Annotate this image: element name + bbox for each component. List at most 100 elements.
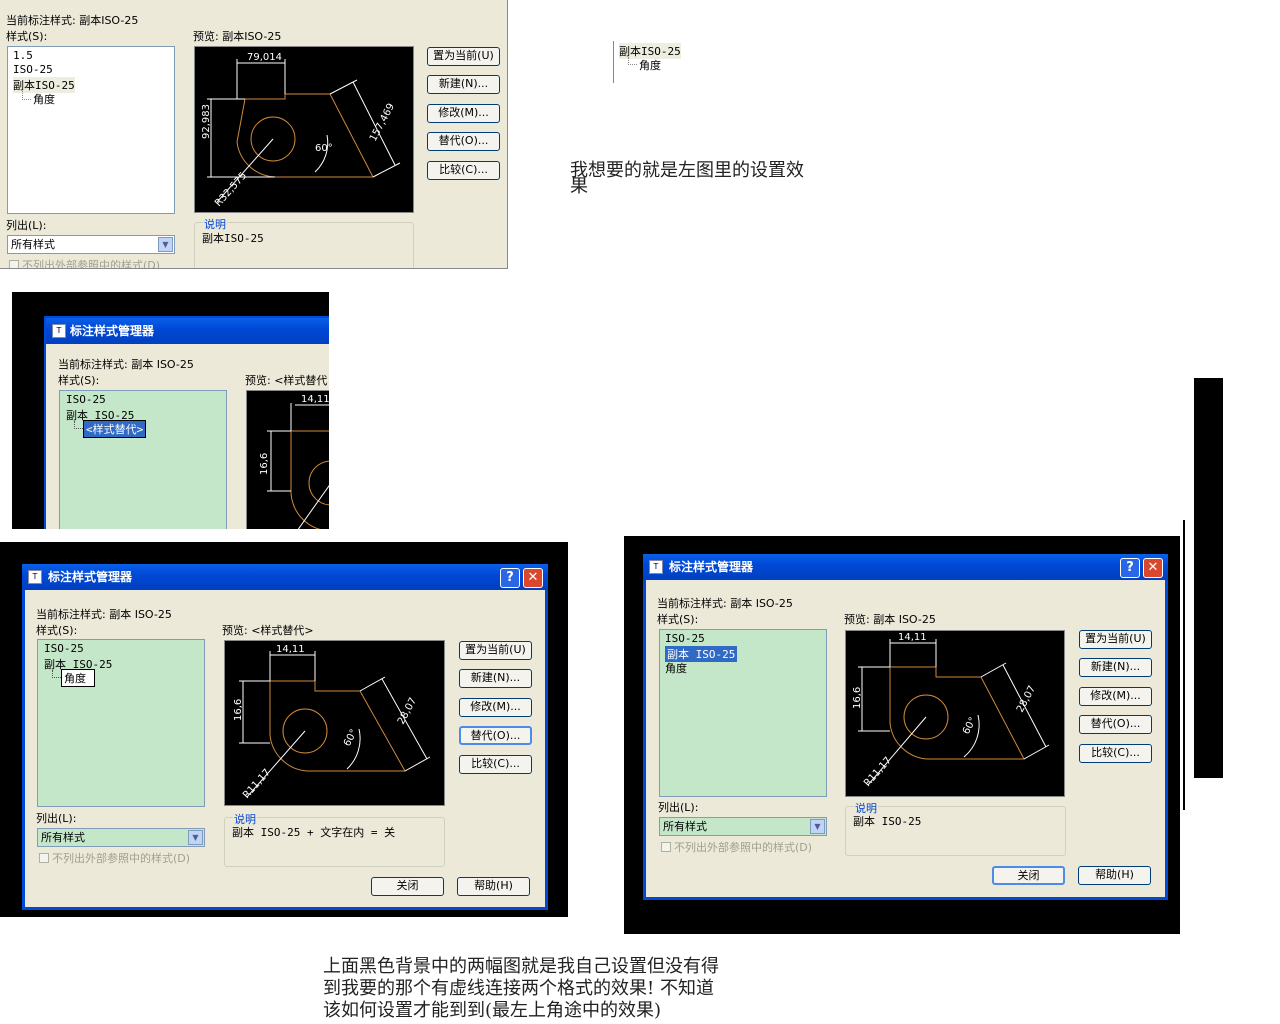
dialog-window: T 标注样式管理器 ? ✕ 当前标注样式: 副本 ISO-25 样式(S): 预… xyxy=(643,554,1168,900)
styles-label: 样式(S): xyxy=(657,613,699,626)
help-title-button[interactable]: ? xyxy=(500,568,520,588)
app-icon: T xyxy=(649,560,663,574)
new-button[interactable]: 新建(N)... xyxy=(459,669,532,688)
chevron-down-icon[interactable]: ▼ xyxy=(158,237,173,252)
title-bar: T 标注样式管理器 xyxy=(46,318,329,344)
current-style-label: 当前标注样式: 副本 ISO-25 xyxy=(657,597,793,610)
dim-right: 157,469 xyxy=(368,102,397,144)
preview-label: 预览: 副本 ISO-25 xyxy=(844,613,936,626)
preview-drawing: 79,014 92,983 157,469 60° R32,575 xyxy=(201,52,401,209)
new-button[interactable]: 新建(N)... xyxy=(1079,658,1152,677)
styles-list[interactable]: ISO-25 副本 ISO-25 角度 xyxy=(659,629,827,797)
close-button[interactable]: 关闭 xyxy=(992,866,1065,885)
tree-child: 角度 xyxy=(639,59,661,72)
modify-button[interactable]: 修改(M)... xyxy=(427,104,500,123)
app-icon: T xyxy=(52,324,66,338)
list-item[interactable]: ISO-25 xyxy=(13,63,53,76)
styles-label: 样式(S): xyxy=(36,624,78,637)
styles-label: 样式(S): xyxy=(58,374,100,387)
styles-list[interactable]: ISO-25 副本 ISO-25 <样式替代> xyxy=(59,390,227,529)
dialog-screenshot-4: T 标注样式管理器 ? ✕ 当前标注样式: 副本 ISO-25 样式(S): 预… xyxy=(624,536,1180,934)
xref-label: 不列出外部参照中的样式(D) xyxy=(52,852,191,865)
description-group: 说明 副本 ISO-25 xyxy=(845,800,1066,856)
dim-left: 16,6 xyxy=(233,699,244,721)
help-title-button[interactable]: ? xyxy=(1120,558,1140,578)
description-text: 副本ISO-25 xyxy=(202,232,264,245)
dialog-screenshot-3: T 标注样式管理器 ? ✕ 当前标注样式: 副本 ISO-25 样式(S): 预… xyxy=(0,542,568,917)
dim-radius: R11,17 xyxy=(241,767,273,801)
help-button[interactable]: 帮助(H) xyxy=(1078,866,1151,885)
compare-button[interactable]: 比较(C)... xyxy=(427,161,500,180)
note-bottom-line: 上面黑色背景中的两幅图就是我自己设置但没有得 xyxy=(323,956,719,977)
dim-left: 92,983 xyxy=(201,104,212,139)
dim-right: 28,07 xyxy=(396,696,419,726)
set-current-button[interactable]: 置为当前(U) xyxy=(427,47,500,66)
xref-checkbox[interactable] xyxy=(9,260,19,268)
close-icon[interactable]: ✕ xyxy=(1143,558,1163,578)
chevron-down-icon[interactable]: ▼ xyxy=(810,819,825,834)
preview-label: 预览: <样式替代 xyxy=(245,374,328,387)
tree-dotted-connector xyxy=(74,421,83,429)
override-button[interactable]: 替代(O)... xyxy=(1079,715,1152,734)
modify-button[interactable]: 修改(M)... xyxy=(1079,687,1152,706)
list-item[interactable]: 1.5 xyxy=(13,49,33,62)
description-group: 说明 副本ISO-25 xyxy=(194,216,414,268)
list-filter-value: 所有样式 xyxy=(11,238,55,251)
dim-angle: 60° xyxy=(961,716,979,737)
title-bar: T 标注样式管理器 ? ✕ xyxy=(643,554,1168,580)
dim-top: 79,014 xyxy=(247,52,282,63)
xref-checkbox[interactable] xyxy=(39,853,49,863)
dialog-window: T 标注样式管理器 ? ✕ 当前标注样式: 副本 ISO-25 样式(S): 预… xyxy=(22,564,548,910)
current-style-label: 当前标注样式: 副本ISO-25 xyxy=(6,14,139,27)
styles-list[interactable]: ISO-25 副本 ISO-25 角度 xyxy=(37,639,205,807)
list-item[interactable]: ISO-25 xyxy=(665,632,705,645)
description-text: 副本 ISO-25 + 文字在内 = 关 xyxy=(232,826,396,839)
compare-button[interactable]: 比较(C)... xyxy=(459,755,532,774)
dim-angle: 60° xyxy=(342,728,360,749)
preview-pane: 14,11 16,6 28,07 60° R11,17 xyxy=(845,630,1065,797)
styles-list[interactable]: 1.5 ISO-25 副本ISO-25 角度 xyxy=(7,46,175,214)
divider-line xyxy=(1183,520,1185,810)
help-button[interactable]: 帮助(H) xyxy=(457,877,530,896)
preview-label: 预览: <样式替代> xyxy=(222,624,314,637)
close-button[interactable]: 关闭 xyxy=(371,877,444,896)
list-filter-label: 列出(L): xyxy=(6,219,47,232)
note-bottom-line: 该如何设置才能到到(最左上角途中的效果) xyxy=(323,1000,662,1021)
dialog-title: 标注样式管理器 xyxy=(669,560,754,574)
set-current-button[interactable]: 置为当前(U) xyxy=(1079,630,1152,649)
list-item[interactable]: ISO-25 xyxy=(66,393,106,406)
set-current-button[interactable]: 置为当前(U) xyxy=(459,641,532,660)
black-strip xyxy=(1194,378,1223,778)
list-filter-select[interactable]: 所有样式 ▼ xyxy=(659,817,827,836)
modify-button[interactable]: 修改(M)... xyxy=(459,698,532,717)
xref-checkbox[interactable] xyxy=(661,842,671,852)
new-button[interactable]: 新建(N)... xyxy=(427,75,500,94)
description-text: 副本 ISO-25 xyxy=(853,815,922,828)
chevron-down-icon[interactable]: ▼ xyxy=(188,830,203,845)
dialog-title: 标注样式管理器 xyxy=(70,324,155,338)
note-bottom: 上面黑色背景中的两幅图就是我自己设置但没有得 到我要的那个有虚线连接两个格式的效… xyxy=(323,956,719,1022)
list-item[interactable]: ISO-25 xyxy=(44,642,84,655)
title-bar: T 标注样式管理器 ? ✕ xyxy=(22,564,548,590)
close-icon[interactable]: ✕ xyxy=(523,568,543,588)
current-style-label: 当前标注样式: 副本 ISO-25 xyxy=(58,358,194,371)
compare-button[interactable]: 比较(C)... xyxy=(1079,744,1152,763)
dim-angle: 60° xyxy=(315,143,333,154)
preview-drawing: 14,11 16,6 28,07 60° R11,17 xyxy=(233,644,431,801)
list-item[interactable]: 角度 xyxy=(33,91,55,107)
app-icon: T xyxy=(28,570,42,584)
note-top: 我想要的就是左图里的设置效 果 xyxy=(570,160,804,198)
list-item-selected[interactable]: <样式替代> xyxy=(82,420,147,438)
list-filter-select[interactable]: 所有样式 ▼ xyxy=(7,235,175,254)
list-item[interactable]: 角度 xyxy=(665,660,687,676)
list-filter-select[interactable]: 所有样式 ▼ xyxy=(37,828,205,847)
dim-right: 28,07 xyxy=(1015,684,1038,714)
list-item-selected[interactable]: 角度 xyxy=(61,669,95,687)
override-button[interactable]: 替代(O)... xyxy=(427,132,500,151)
override-button[interactable]: 替代(O)... xyxy=(459,726,532,745)
current-style-label: 当前标注样式: 副本 ISO-25 xyxy=(36,608,172,621)
tree-dotted-connector xyxy=(52,670,61,678)
preview-drawing: 14,11 16,6 28,07 60° R11,17 xyxy=(852,632,1050,789)
dim-left: 16,6 xyxy=(259,453,270,475)
styles-label: 样式(S): xyxy=(6,30,48,43)
